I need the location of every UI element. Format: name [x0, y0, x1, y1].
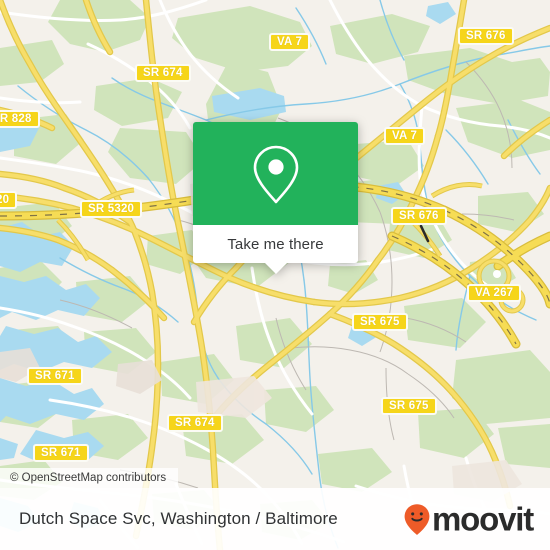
road-shield[interactable]: SR 671 — [33, 444, 89, 462]
road-shield[interactable]: VA 7 — [269, 33, 311, 51]
road-shield[interactable]: SR 671 — [27, 367, 83, 385]
take-me-there-label: Take me there — [227, 235, 324, 253]
callout-action-area[interactable]: Take me there — [193, 225, 358, 274]
map-pin-icon — [253, 145, 298, 203]
moovit-pin-icon — [404, 503, 430, 535]
destination-callout[interactable]: Take me there — [193, 122, 358, 274]
attribution-text: © OpenStreetMap contributors — [10, 472, 167, 484]
moovit-logo[interactable]: moovit — [404, 500, 534, 538]
road-shield[interactable]: SR 674 — [135, 64, 191, 82]
road-shield[interactable]: 20 — [0, 191, 18, 209]
road-shield[interactable]: SR 828 — [0, 110, 40, 128]
road-shield[interactable]: SR 675 — [352, 313, 408, 331]
place-title: Dutch Space Svc, Washington / Baltimore — [19, 509, 338, 528]
callout-pointer — [264, 263, 287, 274]
moovit-wordmark: moovit — [432, 500, 534, 538]
road-shield[interactable]: SR 676 — [458, 27, 514, 45]
bottom-bar: Dutch Space Svc, Washington / Baltimore … — [0, 488, 550, 550]
road-shield[interactable]: VA 267 — [467, 284, 522, 302]
road-shield[interactable]: SR 5320 — [80, 200, 143, 218]
road-shield[interactable]: SR 676 — [391, 207, 447, 225]
callout-icon-area — [193, 122, 358, 225]
osm-attribution[interactable]: © OpenStreetMap contributors — [0, 468, 179, 488]
road-shield[interactable]: SR 674 — [167, 414, 223, 432]
road-shield[interactable]: SR 675 — [381, 397, 437, 415]
road-shield[interactable]: VA 7 — [384, 127, 426, 145]
screenshot-root: SR 676 VA 7 SR 674 VA 7 SR 828 20 SR 532… — [0, 0, 550, 550]
